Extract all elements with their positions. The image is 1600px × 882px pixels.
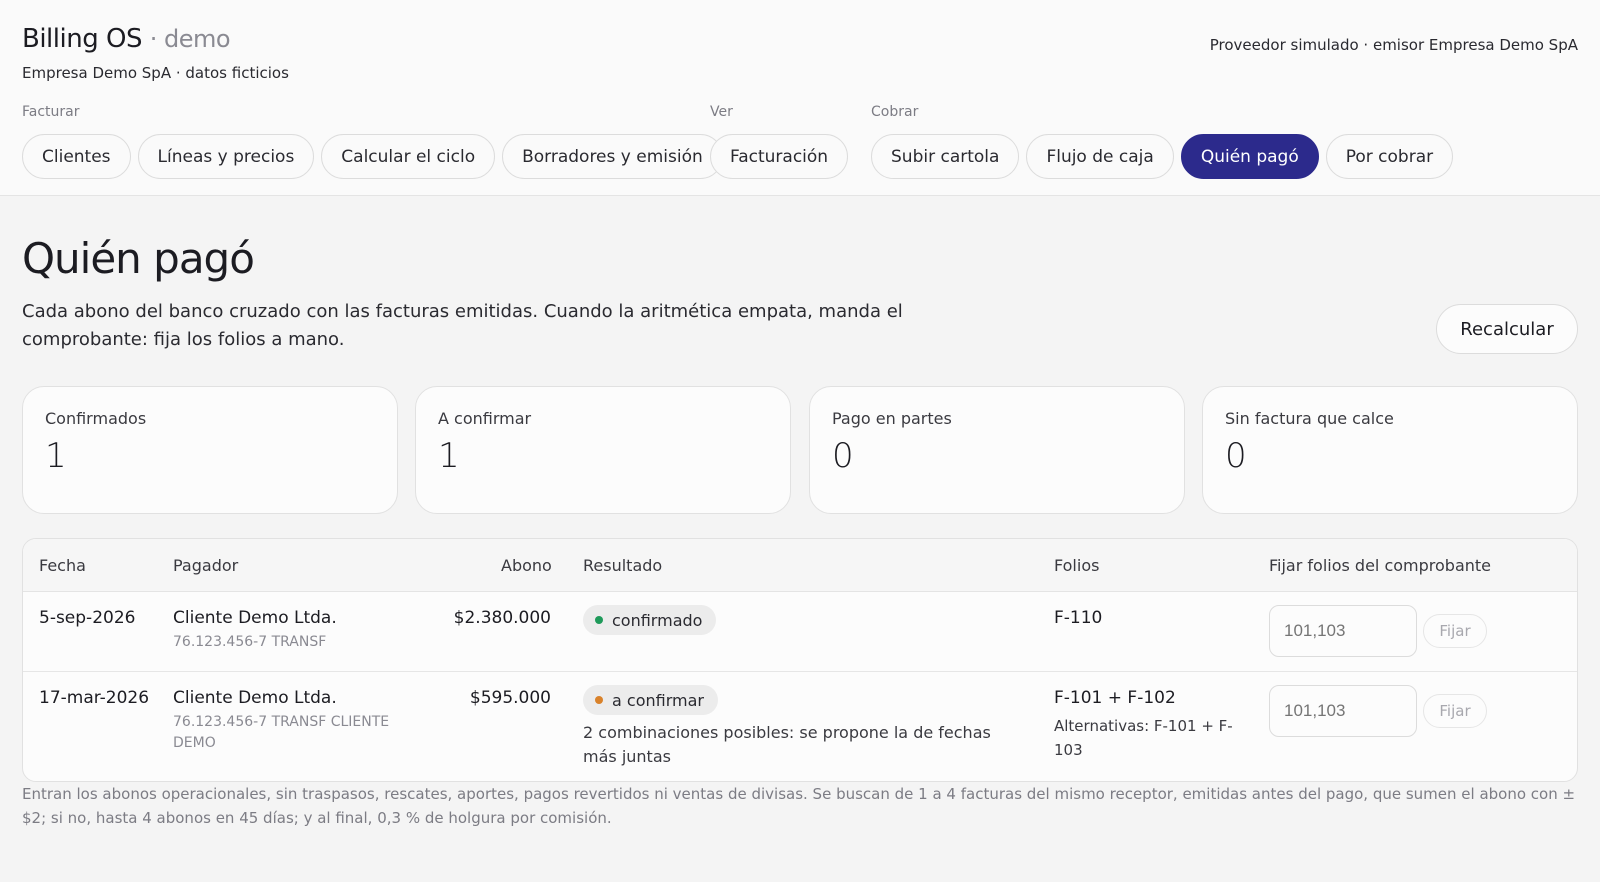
col-fecha: Fecha xyxy=(39,556,86,575)
col-fijar-folios: Fijar folios del comprobante xyxy=(1269,556,1492,575)
folios-input[interactable] xyxy=(1269,685,1417,737)
fijar-button[interactable]: Fijar xyxy=(1423,694,1487,728)
card-a-confirmar: A confirmar 1 xyxy=(415,386,791,514)
card-value: 0 xyxy=(1225,436,1247,476)
nav-quien-pago[interactable]: Quién pagó xyxy=(1180,134,1319,179)
folios-value: F-101 + F-102 xyxy=(1054,688,1176,708)
cell-resultado: confirmado xyxy=(583,605,717,635)
page-description: Cada abono del banco cruzado con las fac… xyxy=(22,301,903,350)
nav-group-facturar: Facturar Clientes Líneas y precios Calcu… xyxy=(22,104,723,179)
cell-abono: $595.000 xyxy=(469,688,551,708)
nav-facturacion[interactable]: Facturación xyxy=(710,134,849,179)
status-badge: a confirmar xyxy=(583,685,718,715)
status-dot-icon xyxy=(595,696,603,704)
col-pagador: Pagador xyxy=(173,556,239,575)
cell-resultado: a confirmar 2 combinaciones posibles: se… xyxy=(583,685,1023,769)
pagador-name: Cliente Demo Ltda. xyxy=(173,608,337,628)
nav-group-label: Cobrar xyxy=(871,104,919,120)
card-value: 1 xyxy=(45,436,67,476)
pagador-detail: 76.123.456-7 TRANSF CLIENTE DEMO xyxy=(173,714,390,751)
card-value: 1 xyxy=(438,436,460,476)
card-label: Sin factura que calce xyxy=(1225,409,1394,428)
folios-input[interactable] xyxy=(1269,605,1417,657)
cell-folios: F-110 xyxy=(1054,608,1103,628)
col-resultado: Resultado xyxy=(583,556,663,575)
nav-groups: Facturar Clientes Líneas y precios Calcu… xyxy=(22,104,1578,184)
nav-borradores-y-emision[interactable]: Borradores y emisión xyxy=(502,134,723,179)
cell-fecha: 5-sep-2026 xyxy=(39,608,136,628)
nav-group-label: Ver xyxy=(710,104,733,120)
summary-cards: Confirmados 1 A confirmar 1 Pago en part… xyxy=(22,386,1578,514)
nav-group-label: Facturar xyxy=(22,104,80,120)
cell-pagador: Cliente Demo Ltda. 76.123.456-7 TRANSF C… xyxy=(173,688,393,754)
nav-group-cobrar: Cobrar Subir cartola Flujo de caja Quién… xyxy=(871,104,1454,179)
resultado-note: 2 combinaciones posibles: se propone la … xyxy=(583,723,991,766)
card-pago-en-partes: Pago en partes 0 xyxy=(809,386,1185,514)
status-label: confirmado xyxy=(612,610,703,630)
nav-flujo-de-caja[interactable]: Flujo de caja xyxy=(1026,134,1174,179)
col-abono: Abono xyxy=(501,556,552,575)
fijar-button[interactable]: Fijar xyxy=(1423,614,1487,648)
card-label: A confirmar xyxy=(438,409,532,428)
table-row: 5-sep-2026 Cliente Demo Ltda. 76.123.456… xyxy=(23,592,1577,672)
brand-name: Billing OS xyxy=(22,24,142,54)
table-header: Fecha Pagador Abono Resultado Folios Fij… xyxy=(23,539,1577,592)
pagador-detail: 76.123.456-7 TRANSF xyxy=(173,634,327,650)
cell-folios: F-101 + F-102 Alternativas: F-101 + F-10… xyxy=(1054,688,1234,762)
cell-fecha: 17-mar-2026 xyxy=(39,688,150,708)
pagador-name: Cliente Demo Ltda. xyxy=(173,688,337,708)
top-bar: Billing OS · demo Empresa Demo SpA · dat… xyxy=(0,0,1600,196)
main-content: Quién pagó Cada abono del banco cruzado … xyxy=(0,196,1600,882)
folios-alternatives: Alternativas: F-101 + F-103 xyxy=(1054,717,1233,759)
card-label: Pago en partes xyxy=(832,409,952,428)
page-title: Quién pagó xyxy=(22,234,255,283)
table-row: 17-mar-2026 Cliente Demo Ltda. 76.123.45… xyxy=(23,672,1577,781)
nav-lineas-y-precios[interactable]: Líneas y precios xyxy=(137,134,315,179)
card-label: Confirmados xyxy=(45,409,147,428)
nav-subir-cartola[interactable]: Subir cartola xyxy=(871,134,1020,179)
nav-clientes[interactable]: Clientes xyxy=(22,134,131,179)
nav-calcular-el-ciclo[interactable]: Calcular el ciclo xyxy=(321,134,496,179)
company-subtitle: Empresa Demo SpA · datos ficticios xyxy=(22,64,289,82)
card-sin-factura: Sin factura que calce 0 xyxy=(1202,386,1578,514)
nav-por-cobrar[interactable]: Por cobrar xyxy=(1325,134,1454,179)
status-badge: confirmado xyxy=(583,605,717,635)
card-value: 0 xyxy=(832,436,854,476)
status-label: a confirmar xyxy=(612,690,704,710)
brand-suffix: · demo xyxy=(149,25,231,53)
brand: Billing OS · demo xyxy=(22,24,231,54)
card-confirmados: Confirmados 1 xyxy=(22,386,398,514)
status-dot-icon xyxy=(595,616,603,624)
recalcular-button[interactable]: Recalcular xyxy=(1436,304,1578,354)
cell-pagador: Cliente Demo Ltda. 76.123.456-7 TRANSF xyxy=(173,608,337,653)
col-folios: Folios xyxy=(1054,556,1100,575)
nav-group-ver: Ver Facturación xyxy=(710,104,849,179)
payments-table: Fecha Pagador Abono Resultado Folios Fij… xyxy=(22,538,1578,782)
provider-info: Proveedor simulado · emisor Empresa Demo… xyxy=(1209,36,1578,54)
footnote: Entran los abonos operacionales, sin tra… xyxy=(22,785,1576,827)
cell-abono: $2.380.000 xyxy=(453,608,551,628)
